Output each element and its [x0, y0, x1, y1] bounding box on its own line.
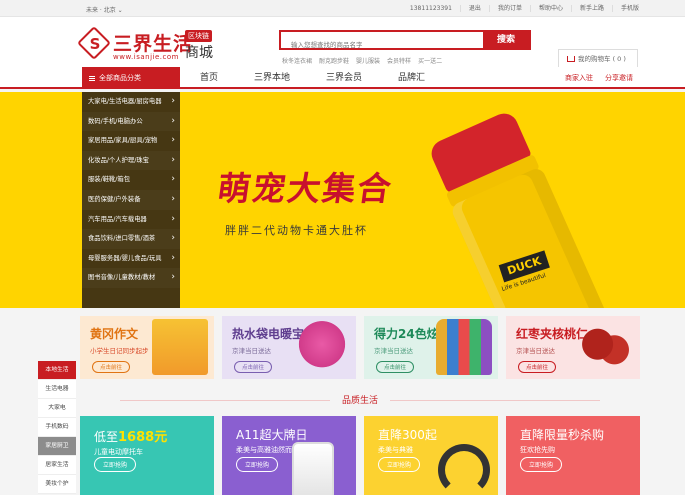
- logo-name: 三界生活: [113, 33, 194, 55]
- floor-cards: 低至1688元 儿童电动摩托车 立即抢购 A11超大牌日 柔美与高雅油然而生 立…: [80, 416, 640, 495]
- category-item[interactable]: 家居用品/家具/厨具/宠物: [82, 131, 180, 151]
- top-links: 13811123391 退出 我的订单 帮助中心 新手上路 手机版: [402, 5, 647, 12]
- banner-subtitle: 胖胖二代动物卡通大肚杯: [225, 224, 368, 237]
- crayon-image: [436, 319, 492, 375]
- floor-card[interactable]: 直降限量秒杀购 狂欢抢先购 立即抢购: [506, 416, 640, 495]
- cart-button[interactable]: 我的购物车 ( 0 ): [558, 49, 638, 69]
- cart-icon: [567, 56, 575, 62]
- promo-go-button[interactable]: 点击前往: [518, 361, 557, 373]
- nav-item-brands[interactable]: 品牌汇: [398, 67, 425, 89]
- logo-url: www.isanjie.com: [113, 53, 179, 61]
- hotword[interactable]: 婴儿服装: [356, 56, 380, 65]
- category-item[interactable]: 数码/手机/电脑办公: [82, 112, 180, 132]
- top-link-phone[interactable]: 13811123391: [402, 5, 460, 12]
- site-logo[interactable]: 三界生活 区块链 www.isanjie.com 商城: [77, 26, 222, 64]
- hot-keywords: 秋冬连衣裙 耐克跑步鞋 婴儿服装 会员特样 买一送二: [282, 56, 442, 65]
- hotword[interactable]: 会员特样: [387, 56, 411, 65]
- floor-nav-item[interactable]: 手机数码: [38, 418, 76, 437]
- top-link-newbie[interactable]: 新手上路: [570, 5, 612, 12]
- floor-nav: 本地生活 生活电器 大家电 手机数码 家居厨卫 居家生活 美妆个护: [38, 361, 76, 494]
- card-subtitle: 狂欢抢先购: [520, 446, 555, 454]
- floor-title: 品质生活: [80, 393, 640, 406]
- category-item[interactable]: 大家电/生活电器/厨房电器: [82, 92, 180, 112]
- category-menu: 大家电/生活电器/厨房电器 数码/手机/电脑办公 家居用品/家具/厨具/宠物 化…: [82, 92, 180, 308]
- merchant-join-link[interactable]: 商家入驻: [565, 67, 593, 89]
- top-link-help[interactable]: 帮助中心: [529, 5, 571, 12]
- bottle-image: DUCK Life is beautiful: [423, 107, 623, 308]
- promo-go-button[interactable]: 点击前往: [92, 361, 131, 373]
- promo-card[interactable]: 得力24色炫彩棒 京津当日送达 点击前往: [364, 316, 498, 379]
- logo-mark-icon: [77, 26, 111, 60]
- promo-go-button[interactable]: 点击前往: [234, 361, 273, 373]
- book-image: [152, 319, 208, 375]
- promo-card[interactable]: 热水袋电暖宝 京津当日送达 点击前往: [222, 316, 356, 379]
- all-categories-button[interactable]: 全部商品分类: [82, 67, 180, 89]
- nav-item-home[interactable]: 首页: [200, 67, 218, 89]
- speaker-image: [292, 442, 334, 495]
- logo-suffix: 商城: [185, 45, 213, 61]
- floor-nav-item[interactable]: 家居厨卫: [38, 437, 76, 456]
- nav-right-links: 商家入驻 分享邀请: [565, 67, 633, 89]
- card-title: A11超大牌日: [236, 428, 308, 442]
- search-box: 搜索: [279, 30, 531, 53]
- category-item[interactable]: 母婴服务器/婴儿食品/玩具: [82, 249, 180, 269]
- buy-now-button[interactable]: 立即抢购: [378, 457, 421, 472]
- buy-now-button[interactable]: 立即抢购: [236, 457, 279, 472]
- banner-title: 萌宠大集合: [214, 169, 396, 208]
- dates-image: [578, 319, 634, 375]
- top-link-mobile[interactable]: 手机版: [611, 5, 647, 12]
- headphones-image: [438, 444, 490, 495]
- top-link-logout[interactable]: 退出: [459, 5, 489, 12]
- search-button[interactable]: 搜索: [483, 32, 529, 48]
- buy-now-button[interactable]: 立即抢购: [520, 457, 563, 472]
- all-categories-label: 全部商品分类: [99, 74, 141, 82]
- category-item[interactable]: 图书音像/儿童教材/教材: [82, 268, 180, 288]
- location-selector[interactable]: 未来 · 北京 ⌄: [86, 5, 123, 14]
- logo-tag: 区块链: [185, 30, 212, 42]
- nav-item-member[interactable]: 三界会员: [326, 67, 362, 89]
- cart-label: 我的购物车 ( 0 ): [578, 55, 626, 63]
- menu-icon: [89, 75, 95, 81]
- floor-nav-item[interactable]: 居家生活: [38, 456, 76, 475]
- buy-now-button[interactable]: 立即抢购: [94, 457, 137, 472]
- hotword[interactable]: 耐克跑步鞋: [319, 56, 349, 65]
- hot-water-bag-image: [294, 319, 350, 375]
- header: 三界生活 区块链 www.isanjie.com 商城 搜索 秋冬连衣裙 耐克跑…: [0, 17, 685, 69]
- promo-card[interactable]: 红枣夹核桃仁 京津当日送达 点击前往: [506, 316, 640, 379]
- category-item[interactable]: 医药保健/户外装备: [82, 190, 180, 210]
- card-title: 低至1688元: [94, 430, 168, 445]
- floor-nav-item[interactable]: 美妆个护: [38, 475, 76, 494]
- promo-card[interactable]: 黄冈作文 小学生日记同步起步 点击前往: [80, 316, 214, 379]
- floor-nav-item[interactable]: 大家电: [38, 399, 76, 418]
- top-link-orders[interactable]: 我的订单: [488, 5, 530, 12]
- floor-nav-item[interactable]: 生活电器: [38, 380, 76, 399]
- hotword[interactable]: 秋冬连衣裙: [282, 56, 312, 65]
- category-item[interactable]: 汽车用品/汽车载电器: [82, 210, 180, 230]
- card-title: 直降300起: [378, 428, 437, 442]
- card-subtitle: 儿童电动摩托车: [94, 448, 143, 456]
- nav-item-local[interactable]: 三界本地: [254, 67, 290, 89]
- share-invite-link[interactable]: 分享邀请: [605, 67, 633, 89]
- hotword[interactable]: 买一送二: [418, 56, 442, 65]
- search-input[interactable]: [281, 37, 471, 53]
- floor-card[interactable]: 直降300起 柔美与典雅 立即抢购: [364, 416, 498, 495]
- floor-card[interactable]: 低至1688元 儿童电动摩托车 立即抢购: [80, 416, 214, 495]
- category-item[interactable]: 化妆品/个人护理/珠宝: [82, 151, 180, 171]
- top-bar: 未来 · 北京 ⌄ 13811123391 退出 我的订单 帮助中心 新手上路 …: [0, 0, 685, 17]
- card-title: 直降限量秒杀购: [520, 428, 605, 442]
- floor-card[interactable]: A11超大牌日 柔美与高雅油然而生 立即抢购: [222, 416, 356, 495]
- promo-row: 黄冈作文 小学生日记同步起步 点击前往 热水袋电暖宝 京津当日送达 点击前往 得…: [80, 316, 640, 379]
- promo-go-button[interactable]: 点击前往: [376, 361, 415, 373]
- floor-nav-item[interactable]: 本地生活: [38, 361, 76, 380]
- main-nav: 全部商品分类 首页 三界本地 三界会员 品牌汇 商家入驻 分享邀请: [0, 67, 685, 89]
- category-item[interactable]: 服装/鞋靴/箱包: [82, 170, 180, 190]
- category-item[interactable]: 食品饮料/进口零售/酒茶: [82, 229, 180, 249]
- nav-items: 首页 三界本地 三界会员 品牌汇: [200, 67, 461, 89]
